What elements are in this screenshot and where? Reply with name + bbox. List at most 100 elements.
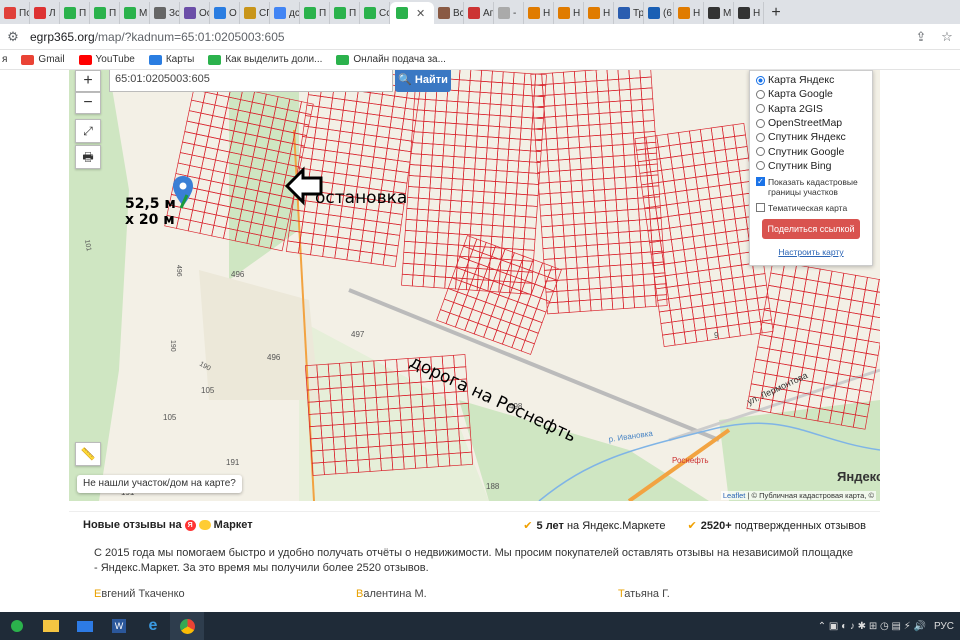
map-label: 190 xyxy=(169,340,176,352)
internet-explorer-icon[interactable]: e xyxy=(136,612,170,640)
bookmark-star-icon[interactable]: ☆ xyxy=(934,29,960,45)
map-canvas[interactable]: 4964964964974981911901901051051881911019… xyxy=(69,70,880,501)
bookmark-label: Gmail xyxy=(38,54,65,65)
bookmark-item[interactable]: Gmail xyxy=(21,54,65,65)
layer-option[interactable]: OpenStreetMap xyxy=(756,116,866,130)
layer-option[interactable]: Карта Google xyxy=(756,87,866,101)
tab-label: Н xyxy=(603,7,611,19)
not-found-link[interactable]: Не нашли участок/дом на карте? xyxy=(77,475,242,493)
language-indicator[interactable]: РУС xyxy=(934,621,954,632)
zoom-out-button[interactable]: − xyxy=(75,92,101,114)
site-info-icon[interactable]: ⚙ xyxy=(0,29,26,45)
map-label: 9 xyxy=(714,331,719,340)
tab-item[interactable]: О xyxy=(210,2,240,24)
bookmark-item[interactable]: Онлайн подача за... xyxy=(336,54,446,65)
layer-option-label: Спутник Bing xyxy=(768,159,832,172)
bookmark-item[interactable]: YouTube xyxy=(78,54,135,65)
plot-size-line1: 52,5 м xyxy=(125,196,176,212)
tab-item[interactable]: Аг xyxy=(464,2,494,24)
tab-item[interactable]: Пс xyxy=(0,2,30,24)
file-explorer-icon[interactable] xyxy=(34,612,68,640)
setup-map-link[interactable]: Настроить карту xyxy=(756,247,866,257)
radio-selected-icon[interactable] xyxy=(756,75,765,85)
tab-item[interactable]: Вс xyxy=(434,2,464,24)
tab-item[interactable]: Ос xyxy=(180,2,210,24)
reviewer-names: Евгений Ткаченко Валентина М. Татьяна Г. xyxy=(69,588,880,600)
tab-item[interactable]: (6 xyxy=(644,2,674,24)
tab-label: Тр xyxy=(633,7,644,19)
layer-option[interactable]: Карта Яндекс xyxy=(756,73,866,87)
tab-item[interactable]: Тр xyxy=(614,2,644,24)
show-cadastral-label: Показать кадастровые границы участков xyxy=(768,177,858,198)
close-tab-icon[interactable]: ✕ xyxy=(416,7,425,20)
tab-item[interactable]: Н xyxy=(554,2,584,24)
tab-item[interactable]: П xyxy=(300,2,330,24)
address-bar[interactable]: egrp365.org/map/?kadnum=65:01:0205003:60… xyxy=(30,26,908,48)
word-icon[interactable]: W xyxy=(102,612,136,640)
tab-favicon-icon xyxy=(184,7,196,19)
mail-icon[interactable] xyxy=(68,612,102,640)
show-cadastral-toggle[interactable]: ✓ Показать кадастровые границы участков xyxy=(756,177,866,197)
tab-item[interactable]: М xyxy=(120,2,150,24)
share-link-button[interactable]: Поделиться ссылкой xyxy=(762,219,860,240)
radio-icon[interactable] xyxy=(756,118,765,128)
bookmark-label: YouTube xyxy=(95,54,135,65)
tab-item[interactable]: Н xyxy=(524,2,554,24)
tab-item[interactable]: - xyxy=(494,2,524,24)
tab-item[interactable]: Зс xyxy=(150,2,180,24)
tray-icons[interactable]: ⌃ ▣ ◐ ♪ ✱ ⊞ ◷ ▤ ⚡ 🔊 xyxy=(818,621,926,632)
radio-icon[interactable] xyxy=(756,147,765,157)
radio-icon[interactable] xyxy=(756,161,765,171)
tab-item[interactable]: П xyxy=(60,2,90,24)
ruler-icon[interactable]: 📏 xyxy=(75,442,101,466)
bookmark-favicon-icon xyxy=(21,54,35,65)
attribution-text: | © Публичная кадастровая карта, © xyxy=(745,491,874,500)
tab-item[interactable]: Л xyxy=(30,2,60,24)
layer-option[interactable]: Карта 2GIS xyxy=(756,102,866,116)
fullscreen-icon[interactable]: ⤢ xyxy=(75,119,101,143)
tab-item[interactable]: П xyxy=(330,2,360,24)
tab-active[interactable]: ✕ xyxy=(390,2,434,24)
share-icon[interactable]: ⇪ xyxy=(908,29,934,45)
radio-icon[interactable] xyxy=(756,89,765,99)
bookmark-item[interactable]: Карты xyxy=(148,54,194,65)
url-host: egrp365.org xyxy=(30,29,95,44)
cadastral-search-input[interactable]: 65:01:0205003:605 xyxy=(109,70,393,92)
bookmark-item[interactable]: Как выделить доли... xyxy=(208,54,322,65)
tab-item[interactable]: Н xyxy=(734,2,764,24)
tab-item[interactable]: Сс xyxy=(360,2,390,24)
tab-item[interactable]: Н xyxy=(674,2,704,24)
radio-icon[interactable] xyxy=(756,104,765,114)
tab-item[interactable]: М xyxy=(704,2,734,24)
thematic-toggle[interactable]: Тематическая карта xyxy=(756,203,866,213)
tab-label: П xyxy=(79,7,87,19)
search-button[interactable]: 🔍 Найти xyxy=(395,70,451,92)
leaflet-link[interactable]: Leaflet xyxy=(723,491,746,500)
checkbox-icon[interactable] xyxy=(756,203,765,213)
tab-item[interactable]: Н xyxy=(584,2,614,24)
zoom-in-button[interactable]: + xyxy=(75,70,101,92)
chrome-icon[interactable] xyxy=(170,612,204,640)
tab-label: О xyxy=(229,7,237,19)
layer-option-label: Спутник Google xyxy=(768,145,845,158)
layer-option[interactable]: Спутник Bing xyxy=(756,159,866,173)
stop-label: остановка xyxy=(315,188,408,208)
print-icon[interactable]: 🖶 xyxy=(75,145,101,169)
map-label: 496 xyxy=(231,270,245,279)
new-tab-button[interactable]: + xyxy=(764,2,788,24)
tab-item[interactable]: СГ xyxy=(240,2,270,24)
tab-favicon-icon xyxy=(588,7,600,19)
tab-item[interactable]: П xyxy=(90,2,120,24)
tab-favicon-icon xyxy=(364,7,376,19)
checkbox-checked-icon[interactable]: ✓ xyxy=(756,177,765,187)
tab-item[interactable]: дс xyxy=(270,2,300,24)
tab-label: Зс xyxy=(169,7,180,19)
layer-option[interactable]: Спутник Яндекс xyxy=(756,130,866,144)
map-label: 105 xyxy=(163,413,177,422)
bookmark-item[interactable]: я xyxy=(2,54,7,65)
start-circle-icon[interactable] xyxy=(0,612,34,640)
radio-icon[interactable] xyxy=(756,132,765,142)
map-label: Роснефть xyxy=(672,456,709,465)
layer-option[interactable]: Спутник Google xyxy=(756,144,866,158)
layer-option-label: Карта Яндекс xyxy=(768,74,835,87)
